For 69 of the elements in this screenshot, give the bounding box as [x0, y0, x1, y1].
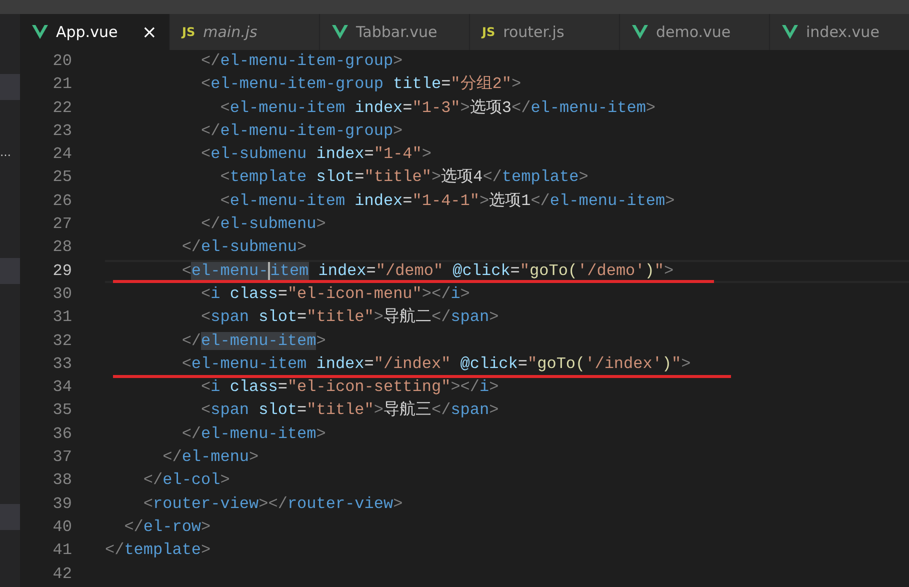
tab-label: main.js	[203, 23, 258, 41]
line-number: 38	[52, 470, 72, 492]
editor-tab[interactable]: JS main.js	[170, 14, 320, 50]
code-line: <el-menu-item index="1-3">选项3</el-menu-item>	[219, 98, 656, 119]
code-line: </el-col>	[142, 470, 230, 492]
line-number: 22	[52, 98, 72, 119]
code-line: </el-menu-item>	[180, 330, 326, 352]
line-number: 40	[52, 516, 72, 538]
line-number: 41	[52, 540, 72, 562]
v-logo-icon	[632, 25, 648, 39]
code-line: </template>	[105, 540, 211, 562]
line-number: 36	[52, 424, 72, 445]
code-line: </el-menu-item-group>	[200, 51, 403, 72]
line-number: 24	[52, 144, 72, 166]
tab-label: index.vue	[806, 23, 880, 41]
line-number: 42	[52, 564, 72, 585]
code-line: <router-view></router-view>	[142, 494, 403, 515]
editor-tab[interactable]: JS router.js	[470, 14, 620, 50]
code-line: <template slot="title">选项4</template>	[219, 166, 588, 188]
js-file-icon: JS	[182, 25, 196, 39]
line-number: 29	[52, 260, 72, 282]
line-number: 39	[52, 494, 72, 515]
editor-tab[interactable]: demo.vue	[620, 14, 770, 50]
sidebar-item[interactable]	[0, 258, 20, 284]
js-file-icon: JS	[482, 25, 496, 39]
v-logo-icon	[332, 25, 348, 39]
sidebar-item[interactable]: …	[0, 140, 20, 166]
code-line: <span slot="title">导航三</span>	[200, 400, 499, 422]
line-number: 27	[52, 214, 72, 236]
code-line: </el-menu-item-group>	[200, 120, 403, 142]
code-line: </el-submenu>	[200, 214, 326, 236]
line-number: 20	[52, 51, 72, 72]
sidebar-item[interactable]	[0, 504, 20, 530]
line-number: 31	[52, 307, 72, 328]
code-line: <el-submenu index="1-4">	[200, 144, 432, 166]
line-number: 28	[52, 237, 72, 258]
line-number: 32	[52, 330, 72, 352]
sidebar-item[interactable]	[0, 74, 20, 100]
tab-label: App.vue	[56, 23, 119, 41]
v-logo-icon	[782, 25, 798, 39]
line-number: 34	[52, 377, 72, 398]
code-line: <i class="el-icon-setting"></i>	[200, 377, 499, 398]
line-number: 21	[52, 74, 72, 96]
code-line: </el-menu-item>	[180, 424, 326, 445]
line-number: 26	[52, 190, 72, 212]
tab-label: Tabbar.vue	[356, 23, 438, 41]
editor-tab[interactable]: index.vue	[770, 14, 909, 50]
line-number: 33	[52, 354, 72, 375]
code-line: <el-menu-item index="/demo" @click="goTo('/demo')">	[105, 262, 674, 281]
close-icon[interactable]: ×	[142, 22, 157, 42]
code-line: </el-menu>	[162, 447, 259, 468]
code-line: <el-menu-item-group title="分组2">	[200, 74, 522, 96]
code-line: <span slot="title">导航二</span>	[200, 306, 499, 328]
code-line: <i class="el-icon-menu"></i>	[200, 284, 470, 305]
line-number: 30	[52, 284, 72, 305]
code-line: </el-row>	[123, 516, 211, 538]
line-number: 37	[52, 447, 72, 468]
tab-label: router.js	[503, 23, 566, 41]
tab-label: demo.vue	[656, 23, 732, 41]
v-logo-icon	[32, 25, 48, 39]
code-line: </el-submenu>	[180, 237, 307, 258]
line-number: 23	[52, 120, 72, 142]
code-line: <el-menu-item index="/index" @click="goTo('/index')">	[105, 352, 691, 376]
code-line: <el-menu-item index="1-4-1">选项1</el-menu-item>	[219, 190, 675, 212]
text-cursor	[268, 262, 270, 280]
line-number: 35	[52, 400, 72, 422]
editor-tab[interactable]: App.vue ×	[20, 14, 170, 50]
editor-tab[interactable]: Tabbar.vue	[320, 14, 470, 50]
line-number: 25	[52, 167, 72, 188]
